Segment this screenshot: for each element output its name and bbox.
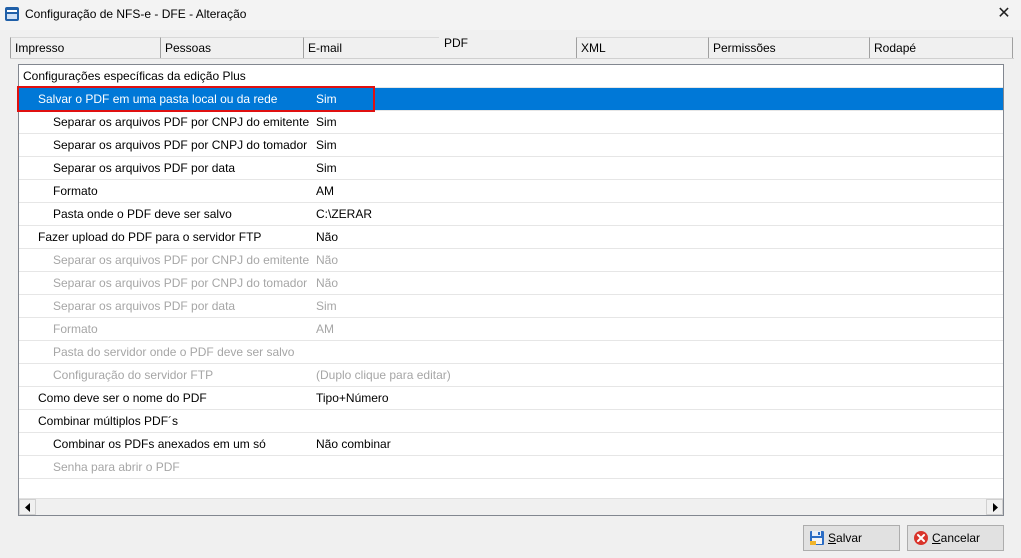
- row-value: Não: [316, 253, 339, 267]
- row-value: AM: [316, 184, 334, 198]
- row-label: Senha para abrir o PDF: [53, 460, 180, 474]
- row-value: Tipo+Número: [316, 391, 389, 405]
- row-label: Configuração do servidor FTP: [53, 368, 214, 382]
- grid-row[interactable]: Como deve ser o nome do PDF Tipo+Número: [19, 387, 1003, 410]
- row-label: Como deve ser o nome do PDF: [38, 391, 207, 405]
- nfse-app-icon: [5, 7, 19, 21]
- row-value: AM: [316, 322, 334, 336]
- save-button-label: Salvar: [828, 531, 863, 545]
- grid-row[interactable]: Salvar o PDF em uma pasta local ou da re…: [19, 88, 1003, 111]
- save-button[interactable]: Salvar: [803, 525, 900, 551]
- tab-impresso[interactable]: Impresso: [10, 37, 160, 59]
- grid-row[interactable]: Fazer upload do PDF para o servidor FTP N…: [19, 226, 1003, 249]
- tab-label: Permissões: [713, 41, 776, 55]
- row-label: Combinar múltiplos PDF´s: [38, 414, 179, 428]
- row-label: Salvar o PDF em uma pasta local ou da re…: [38, 92, 278, 106]
- cancel-button-label: Cancelar: [932, 531, 981, 545]
- row-value: Sim: [316, 138, 337, 152]
- grid-row[interactable]: Separar os arquivos PDF por CNPJ do toma…: [19, 134, 1003, 157]
- grid-row: Configuração do servidor FTP (Duplo cliqu…: [19, 364, 1003, 387]
- floppy-disk-icon: [810, 531, 824, 545]
- tab-email[interactable]: E-mail: [303, 37, 439, 59]
- arrow-right-icon: [993, 503, 998, 512]
- row-label: Pasta onde o PDF deve ser salvo: [53, 207, 232, 221]
- row-value: Sim: [316, 115, 337, 129]
- close-button[interactable]: ✕: [990, 4, 1018, 26]
- grid-row: Separar os arquivos PDF por CNPJ do emit…: [19, 249, 1003, 272]
- grid-row: Pasta do servidor onde o PDF deve ser sa…: [19, 341, 1003, 364]
- scroll-right-button[interactable]: [986, 499, 1003, 515]
- tab-label: Pessoas: [165, 41, 212, 55]
- tab-rodape[interactable]: Rodapé: [869, 37, 1013, 59]
- row-label: Pasta do servidor onde o PDF deve ser sa…: [53, 345, 295, 359]
- tab-permissoes[interactable]: Permissões: [708, 37, 869, 59]
- row-label: Fazer upload do PDF para o servidor FTP: [38, 230, 262, 244]
- tab-strip: Impresso Pessoas E-mail PDF XML Permissõ…: [10, 34, 1014, 59]
- row-label: Separar os arquivos PDF por CNPJ do emit…: [53, 115, 310, 129]
- row-label: Configurações específicas da edição Plus: [23, 69, 246, 83]
- grid-row[interactable]: Formato AM: [19, 180, 1003, 203]
- tab-pdf[interactable]: PDF: [439, 34, 576, 59]
- row-label: Separar os arquivos PDF por data: [53, 161, 236, 175]
- row-value: Não: [316, 276, 339, 290]
- close-icon: ✕: [997, 5, 1011, 22]
- tab-label: XML: [581, 41, 606, 55]
- grid-row[interactable]: Separar os arquivos PDF por CNPJ do emit…: [19, 111, 1003, 134]
- grid-row[interactable]: Combinar os PDFs anexados em um só Não co…: [19, 433, 1003, 456]
- tab-label: Rodapé: [874, 41, 917, 55]
- row-value: Não combinar: [316, 437, 391, 451]
- grid-row: Formato AM: [19, 318, 1003, 341]
- horizontal-scrollbar[interactable]: [19, 498, 1003, 515]
- row-value: Sim: [316, 92, 337, 106]
- tab-label: PDF: [444, 36, 468, 50]
- arrow-left-icon: [25, 503, 30, 512]
- title-bar: Configuração de NFS-e - DFE - Alteração …: [0, 0, 1021, 30]
- tab-label: Impresso: [15, 41, 65, 55]
- row-label: Separar os arquivos PDF por CNPJ do emit…: [53, 253, 310, 267]
- tab-label: E-mail: [308, 41, 343, 55]
- grid-row: Separar os arquivos PDF por data Sim: [19, 295, 1003, 318]
- cancel-icon: [914, 531, 928, 545]
- grid-row: Separar os arquivos PDF por CNPJ do toma…: [19, 272, 1003, 295]
- row-label: Separar os arquivos PDF por CNPJ do toma…: [53, 276, 308, 290]
- tab-pessoas[interactable]: Pessoas: [160, 37, 303, 59]
- grid-row: Senha para abrir o PDF: [19, 456, 1003, 479]
- row-label: Separar os arquivos PDF por data: [53, 299, 236, 313]
- row-label: Separar os arquivos PDF por CNPJ do toma…: [53, 138, 308, 152]
- property-grid: Configurações específicas da edição Plus…: [18, 64, 1004, 516]
- grid-row[interactable]: Separar os arquivos PDF por data Sim: [19, 157, 1003, 180]
- row-value: Sim: [316, 299, 337, 313]
- row-label: Formato: [53, 322, 98, 336]
- row-label: Combinar os PDFs anexados em um só: [53, 437, 266, 451]
- cancel-button[interactable]: Cancelar: [907, 525, 1004, 551]
- window-title: Configuração de NFS-e - DFE - Alteração: [25, 7, 247, 21]
- row-value: Sim: [316, 161, 337, 175]
- grid-row[interactable]: Pasta onde o PDF deve ser salvo C:\ZERAR: [19, 203, 1003, 226]
- row-value: Não: [316, 230, 339, 244]
- grid-row[interactable]: Configurações específicas da edição Plus: [19, 65, 1003, 88]
- row-value: C:\ZERAR: [316, 207, 373, 221]
- row-value: (Duplo clique para editar): [316, 368, 451, 382]
- scroll-left-button[interactable]: [19, 499, 36, 515]
- grid-row[interactable]: Combinar múltiplos PDF´s: [19, 410, 1003, 433]
- tab-xml[interactable]: XML: [576, 37, 708, 59]
- row-label: Formato: [53, 184, 98, 198]
